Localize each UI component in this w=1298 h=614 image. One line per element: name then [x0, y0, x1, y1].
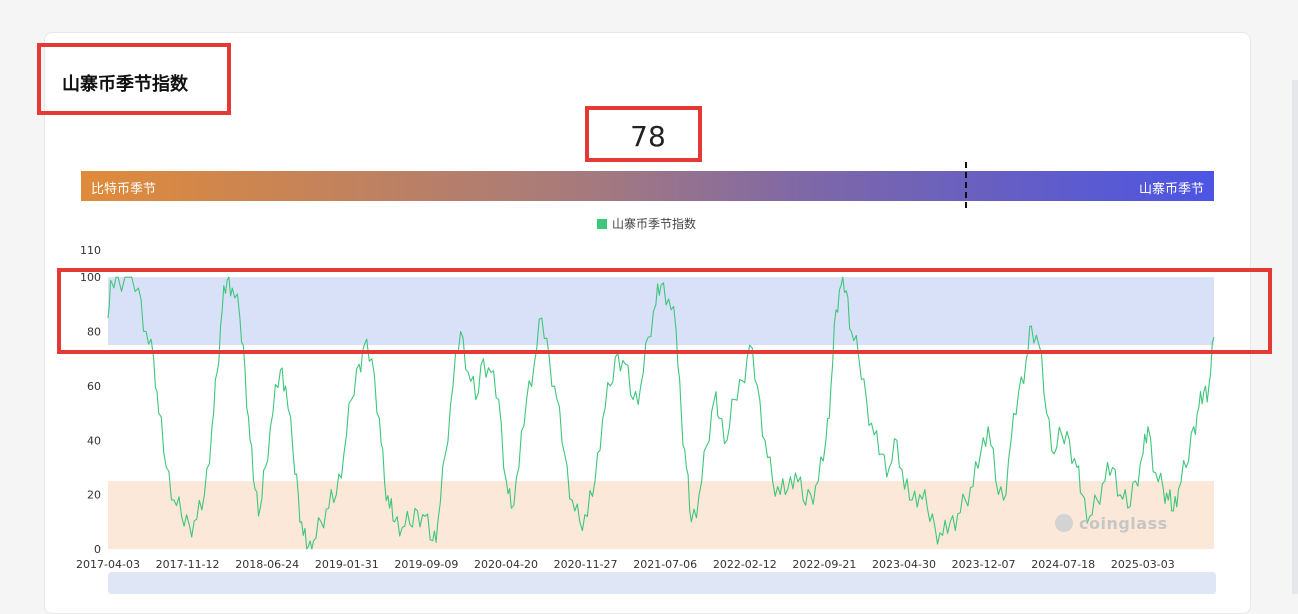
x-tick-label: 2023-12-07 — [952, 558, 1016, 571]
y-tick-label: 110 — [80, 244, 101, 257]
x-tick-label: 2017-04-03 — [76, 558, 140, 571]
watermark-text: coinglass — [1079, 514, 1168, 533]
x-tick-label: 2024-07-18 — [1031, 558, 1095, 571]
x-tick-label: 2022-09-21 — [792, 558, 856, 571]
altseason-zone-highlight-box — [57, 268, 1272, 354]
y-tick-label: 20 — [87, 489, 101, 502]
chart-band-1 — [108, 481, 1214, 549]
y-tick-label: 60 — [87, 380, 101, 393]
coinglass-logo-icon — [1055, 514, 1073, 532]
y-tick-label: 0 — [94, 543, 101, 556]
x-tick-label: 2025-03-03 — [1111, 558, 1175, 571]
x-tick-label: 2023-04-30 — [872, 558, 936, 571]
x-tick-label: 2017-11-12 — [156, 558, 220, 571]
x-tick-label: 2019-01-31 — [315, 558, 379, 571]
x-tick-label: 2020-04-20 — [474, 558, 538, 571]
coinglass-watermark: coinglass — [1055, 514, 1168, 533]
x-tick-label: 2022-02-12 — [713, 558, 777, 571]
x-tick-label: 2021-07-06 — [633, 558, 697, 571]
x-tick-label: 2018-06-24 — [235, 558, 299, 571]
x-tick-label: 2020-11-27 — [554, 558, 618, 571]
x-tick-label: 2019-09-09 — [394, 558, 458, 571]
y-tick-label: 40 — [87, 434, 101, 447]
chart-range-slider[interactable] — [108, 572, 1216, 594]
